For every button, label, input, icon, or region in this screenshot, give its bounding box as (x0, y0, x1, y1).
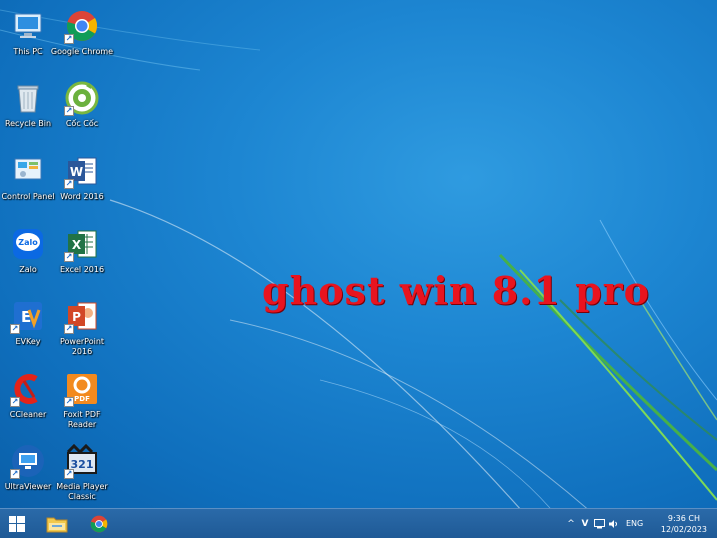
desktop-icon-google-chrome[interactable]: ↗ Google Chrome (48, 6, 116, 78)
shortcut-arrow-icon: ↗ (64, 106, 74, 116)
show-hidden-icons-button[interactable]: ^ (564, 519, 578, 529)
windows-start-icon (9, 515, 25, 532)
desktop-icon-label: Google Chrome (50, 47, 114, 56)
desktop[interactable]: This PC Recycle Bin Control Panel Zalo Z… (0, 0, 717, 508)
language-indicator[interactable]: ENG (626, 519, 643, 528)
taskbar-file-explorer[interactable] (40, 509, 74, 538)
excel-icon: X ↗ (64, 226, 100, 262)
chrome-icon: ↗ (64, 8, 100, 44)
desktop-icon-label: Cốc Cốc (65, 119, 99, 128)
desktop-icon-label: PowerPoint 2016 (59, 337, 105, 356)
chrome-icon (90, 515, 108, 532)
word-icon: W ↗ (64, 153, 100, 189)
ultraviewer-icon: ↗ (10, 443, 46, 479)
zalo-wordmark: Zalo (18, 238, 38, 247)
control-panel-icon (10, 153, 46, 189)
desktop-icon-excel[interactable]: X ↗ Excel 2016 (48, 224, 116, 296)
clock-time: 9:36 CH (667, 514, 700, 523)
media-player-classic-icon: 321 ↗ (64, 443, 100, 479)
shortcut-arrow-icon: ↗ (64, 179, 74, 189)
evkey-icon: E ↗ (10, 298, 46, 334)
desktop-icon-powerpoint[interactable]: P ↗ PowerPoint 2016 (48, 296, 116, 368)
start-button[interactable] (0, 509, 34, 538)
foxit-icon: PDF ↗ (64, 371, 100, 407)
coc-coc-icon: ↗ (64, 80, 100, 116)
network-icon[interactable] (592, 518, 606, 529)
taskbar[interactable]: ^ V ENG 9:36 CH 12/02/2023 (0, 508, 717, 538)
headline-text: ghost win 8.1 pro (262, 268, 651, 313)
ccleaner-icon: ↗ (10, 371, 46, 407)
shortcut-arrow-icon: ↗ (64, 324, 74, 334)
desktop-icon-foxit[interactable]: PDF ↗ Foxit PDF Reader (48, 369, 116, 441)
folder-icon (46, 517, 68, 532)
desktop-icon-label: Excel 2016 (59, 265, 105, 274)
shortcut-arrow-icon: ↗ (64, 34, 74, 44)
shortcut-arrow-icon: ↗ (10, 397, 20, 407)
svg-text:X: X (72, 238, 82, 252)
desktop-icon-label: Foxit PDF Reader (63, 410, 101, 429)
svg-text:P: P (72, 310, 81, 324)
pdf-label: PDF (74, 395, 90, 403)
taskbar-clock[interactable]: 9:36 CH 12/02/2023 (661, 513, 707, 535)
desktop-icon-label: Word 2016 (60, 192, 104, 201)
shortcut-arrow-icon: ↗ (64, 252, 74, 262)
taskbar-google-chrome[interactable] (82, 509, 116, 538)
shortcut-arrow-icon: ↗ (64, 469, 74, 479)
desktop-icon-word[interactable]: W ↗ Word 2016 (48, 151, 116, 223)
desktop-icon-media-player-classic[interactable]: 321 ↗ Media Player Classic (48, 441, 116, 508)
clock-date: 12/02/2023 (660, 525, 707, 534)
zalo-icon: Zalo (10, 226, 46, 262)
shortcut-arrow-icon: ↗ (10, 324, 20, 334)
desktop-icon-label: Media Player Classic (56, 482, 108, 501)
recycle-bin-icon (10, 80, 46, 116)
shortcut-arrow-icon: ↗ (10, 469, 20, 479)
vietkey-indicator[interactable]: V (578, 519, 592, 529)
this-pc-icon (10, 8, 46, 44)
svg-text:W: W (70, 165, 83, 179)
powerpoint-icon: P ↗ (64, 298, 100, 334)
desktop-icon-coc-coc[interactable]: ↗ Cốc Cốc (48, 78, 116, 150)
system-tray: ^ V ENG (564, 509, 643, 538)
volume-icon[interactable] (606, 519, 620, 529)
shortcut-arrow-icon: ↗ (64, 397, 74, 407)
